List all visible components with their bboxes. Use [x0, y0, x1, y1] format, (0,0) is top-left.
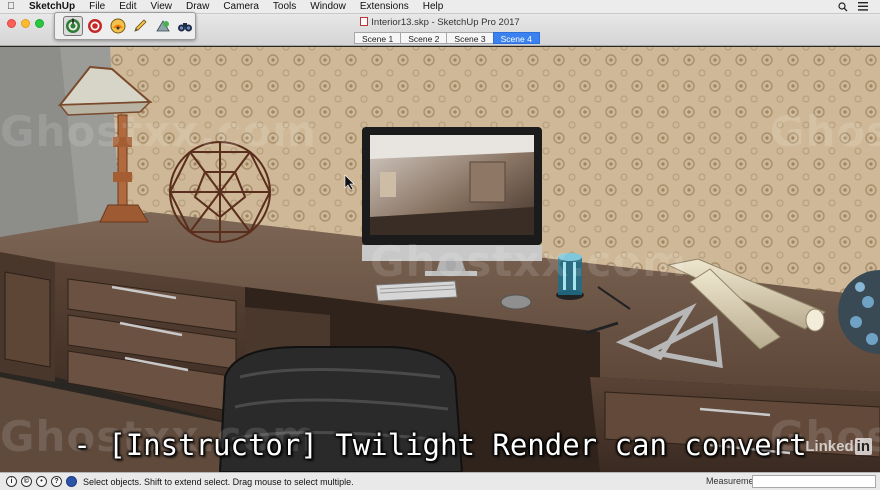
material-editor-icon	[156, 20, 170, 32]
info-icon[interactable]: i	[6, 476, 17, 487]
apple-icon[interactable]: 	[0, 1, 22, 12]
material-editor-button[interactable]	[153, 16, 172, 36]
tab-scene-4[interactable]: Scene 4	[492, 32, 540, 44]
office-chair	[218, 346, 464, 472]
pencil-icon	[134, 19, 147, 32]
stop-render-icon	[88, 19, 103, 33]
select-tool-icon	[66, 476, 77, 487]
wire-sphere-sculpture	[168, 141, 272, 243]
keyboard	[375, 280, 458, 302]
interior-scene	[0, 47, 880, 472]
geolocation-icon[interactable]: •	[36, 476, 47, 487]
document-icon	[360, 17, 369, 26]
tab-scene-2[interactable]: Scene 2	[400, 32, 447, 44]
pencil-tool-button[interactable]	[131, 16, 150, 36]
menu-draw[interactable]: Draw	[179, 1, 216, 12]
stop-render-button[interactable]	[86, 16, 105, 36]
twilight-render-icon	[65, 18, 80, 33]
menu-extensions[interactable]: Extensions	[353, 1, 416, 12]
list-icon[interactable]	[858, 2, 868, 11]
model-viewport[interactable]: Ghostxx.com Ghostxx.com Ghostxx.com Ghos…	[0, 47, 880, 472]
binoculars-button[interactable]	[175, 16, 194, 36]
render-settings-button[interactable]	[108, 16, 127, 36]
twilight-render-button[interactable]	[63, 16, 83, 36]
settings-icon	[110, 18, 126, 34]
binoculars-icon	[178, 23, 193, 32]
menu-window[interactable]: Window	[303, 1, 353, 12]
pen-cup	[556, 253, 584, 300]
status-icons: i © • ?	[0, 476, 77, 487]
credit-icon[interactable]: ©	[21, 476, 32, 487]
linkedin-logo: Linked in	[805, 438, 872, 455]
linkedin-in: in	[854, 438, 872, 455]
question-icon[interactable]: ?	[51, 476, 62, 487]
sketchup-screen: { "menubar": { "app": "SketchUp", "items…	[0, 0, 880, 490]
window-title-text: Interior13.skp - SketchUp Pro 2017	[371, 17, 520, 28]
imac-monitor	[362, 127, 542, 276]
status-message: Select objects. Shift to extend select. …	[83, 476, 354, 487]
menu-app-name[interactable]: SketchUp	[22, 1, 82, 12]
tab-scene-3[interactable]: Scene 3	[446, 32, 493, 44]
menu-camera[interactable]: Camera	[216, 1, 266, 12]
tab-scene-1[interactable]: Scene 1	[354, 32, 401, 44]
menu-file[interactable]: File	[82, 1, 112, 12]
menu-edit[interactable]: Edit	[112, 1, 143, 12]
menu-view[interactable]: View	[143, 1, 179, 12]
menu-tools[interactable]: Tools	[266, 1, 303, 12]
twilight-render-toolbar	[54, 12, 196, 40]
measurements-input[interactable]	[752, 475, 876, 488]
status-bar: i © • ? Select objects. Shift to extend …	[0, 472, 880, 490]
scene-tabs: Scene 1 Scene 2 Scene 3 Scene 4	[354, 32, 540, 44]
linkedin-text: Linked	[805, 438, 854, 455]
search-icon[interactable]	[838, 1, 848, 12]
menu-help[interactable]: Help	[416, 1, 451, 12]
computer-mouse	[500, 294, 532, 310]
